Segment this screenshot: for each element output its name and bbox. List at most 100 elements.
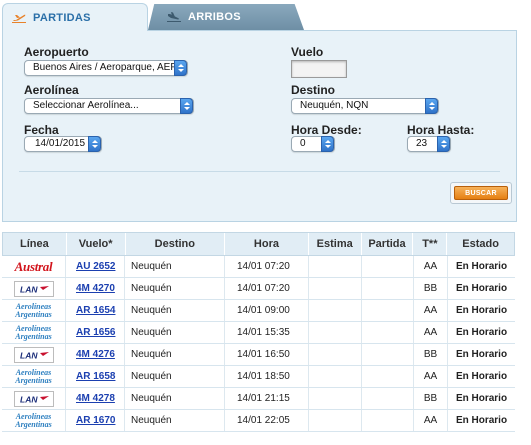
destino-select[interactable]: Neuquén, NQN [291, 98, 439, 114]
cell-hora: 14/01 22:05 [225, 410, 309, 431]
svg-text:LAN: LAN [20, 350, 38, 360]
cell-linea: Aerolíneas Argentinas [2, 322, 66, 343]
svg-text:LAN: LAN [20, 394, 38, 404]
tab-partidas[interactable]: PARTIDAS [2, 3, 148, 31]
cell-estima [309, 300, 362, 321]
flight-number-link[interactable]: AR 1658 [76, 371, 115, 382]
cell-partida [362, 410, 414, 431]
hora-desde-select[interactable]: 0 [291, 136, 335, 152]
cell-linea: Austral [2, 256, 66, 277]
column-header-estado: Estado [462, 238, 499, 250]
table-row: Aerolíneas Argentinas AR 1654 Neuquén 14/01 … [2, 300, 515, 322]
hora-hasta-label: Hora Hasta: [407, 123, 475, 137]
flight-number-link[interactable]: 4M 4278 [76, 393, 115, 404]
select-arrows-icon [174, 60, 187, 76]
cell-estima [309, 344, 362, 365]
cell-hora: 14/01 18:50 [225, 366, 309, 387]
cell-terminal: AA [414, 256, 448, 277]
aerolineas-argentinas-logo: Aerolíneas Argentinas [15, 367, 52, 385]
cell-estado: En Horario [455, 349, 508, 360]
aerolinea-select[interactable]: Seleccionar Aerolínea... [24, 98, 194, 114]
lan-logo: LAN [13, 280, 54, 297]
vuelo-label: Vuelo [291, 45, 324, 59]
select-arrows-icon [437, 136, 450, 152]
cell-estado: En Horario [455, 415, 508, 426]
plane-departure-icon [11, 12, 27, 24]
cell-terminal: AA [414, 322, 448, 343]
cell-estado: En Horario [455, 371, 508, 382]
tab-partidas-label: PARTIDAS [33, 11, 91, 24]
select-arrows-icon [180, 98, 193, 114]
cell-terminal: AA [414, 410, 448, 431]
aerolineas-argentinas-logo: Aerolíneas Argentinas [15, 411, 52, 429]
flight-number-link[interactable]: AR 1656 [76, 327, 115, 338]
aeropuerto-value: Buenos Aires / Aeroparque, AEP [33, 62, 177, 73]
tab-arribos-label: ARRIBOS [188, 11, 241, 23]
flight-number-link[interactable]: AU 2652 [76, 261, 115, 272]
cell-partida [362, 300, 414, 321]
tab-arribos[interactable]: ARRIBOS [148, 4, 304, 30]
table-row: Aerolíneas Argentinas AR 1670 Neuquén 14/01 … [2, 410, 515, 432]
cell-estima [309, 322, 362, 343]
cell-partida [362, 366, 414, 387]
cell-partida [362, 256, 414, 277]
cell-vuelo: AR 1656 [66, 322, 125, 343]
cell-destino: Neuquén [125, 366, 225, 387]
cell-estima [309, 410, 362, 431]
cell-linea: LAN [2, 388, 66, 409]
cell-hora: 14/01 15:35 [225, 322, 309, 343]
hora-hasta-select[interactable]: 23 [407, 136, 451, 152]
flight-number-link[interactable]: AR 1670 [76, 415, 115, 426]
fecha-select[interactable]: 14/01/2015 [24, 136, 102, 152]
cell-vuelo: 4M 4278 [66, 388, 125, 409]
table-row: LAN 4M 4278 Neuquén 14/01 21:15 BB En Horari… [2, 388, 515, 410]
cell-hora: 14/01 07:20 [225, 278, 309, 299]
flight-number-link[interactable]: AR 1654 [76, 305, 115, 316]
cell-destino: Neuquén [125, 300, 225, 321]
cell-destino: Neuquén [125, 344, 225, 365]
search-panel: Aeropuerto Buenos Aires / Aeroparque, AE… [2, 30, 517, 222]
select-arrows-icon [425, 98, 438, 114]
cell-estado: En Horario [455, 393, 508, 404]
panel-divider [19, 171, 500, 172]
cell-partida [362, 344, 414, 365]
column-header-estima: Estima [309, 233, 362, 255]
table-row: Aerolíneas Argentinas AR 1658 Neuquén 14/01 … [2, 366, 515, 388]
cell-linea: LAN [2, 344, 66, 365]
cell-estado: En Horario [455, 305, 508, 316]
column-header-hora: Hora [225, 233, 309, 255]
fecha-value: 14/01/2015 [35, 138, 86, 149]
table-body: Austral AU 2652 Neuquén 14/01 07:20 AA En Hor… [2, 256, 515, 432]
table-row: LAN 4M 4270 Neuquén 14/01 07:20 BB En Horari… [2, 278, 515, 300]
table-row: Aerolíneas Argentinas AR 1656 Neuquén 14/01 … [2, 322, 515, 344]
buscar-button[interactable]: BUSCAR [454, 186, 508, 200]
column-header-vuelo: Vuelo* [67, 233, 126, 255]
cell-vuelo: 4M 4270 [66, 278, 125, 299]
cell-hora: 14/01 09:00 [225, 300, 309, 321]
cell-partida [362, 388, 414, 409]
column-header-destino: Destino [126, 233, 226, 255]
cell-vuelo: AU 2652 [66, 256, 125, 277]
cell-terminal: BB [414, 388, 448, 409]
select-arrows-icon [88, 136, 101, 152]
aerolinea-value: Seleccionar Aerolínea... [33, 100, 139, 111]
cell-destino: Neuquén [125, 256, 225, 277]
vuelo-input[interactable] [291, 60, 347, 78]
aeropuerto-select[interactable]: Buenos Aires / Aeroparque, AEP [24, 60, 188, 76]
cell-estado: En Horario [455, 261, 508, 272]
cell-terminal: BB [414, 344, 448, 365]
cell-hora: 14/01 16:50 [225, 344, 309, 365]
table-header: Línea Vuelo* Destino Hora Estima Partida… [2, 232, 515, 256]
flight-number-link[interactable]: 4M 4270 [76, 283, 115, 294]
select-arrows-icon [321, 136, 334, 152]
flight-number-link[interactable]: 4M 4276 [76, 349, 115, 360]
column-header-terminal: T** [413, 233, 448, 255]
table-row: LAN 4M 4276 Neuquén 14/01 16:50 BB En Horari… [2, 344, 515, 366]
cell-vuelo: 4M 4276 [66, 344, 125, 365]
cell-destino: Neuquén [125, 278, 225, 299]
cell-estima [309, 278, 362, 299]
destino-value: Neuquén, NQN [300, 100, 369, 111]
cell-estima [309, 366, 362, 387]
cell-terminal: AA [414, 300, 448, 321]
cell-partida [362, 278, 414, 299]
